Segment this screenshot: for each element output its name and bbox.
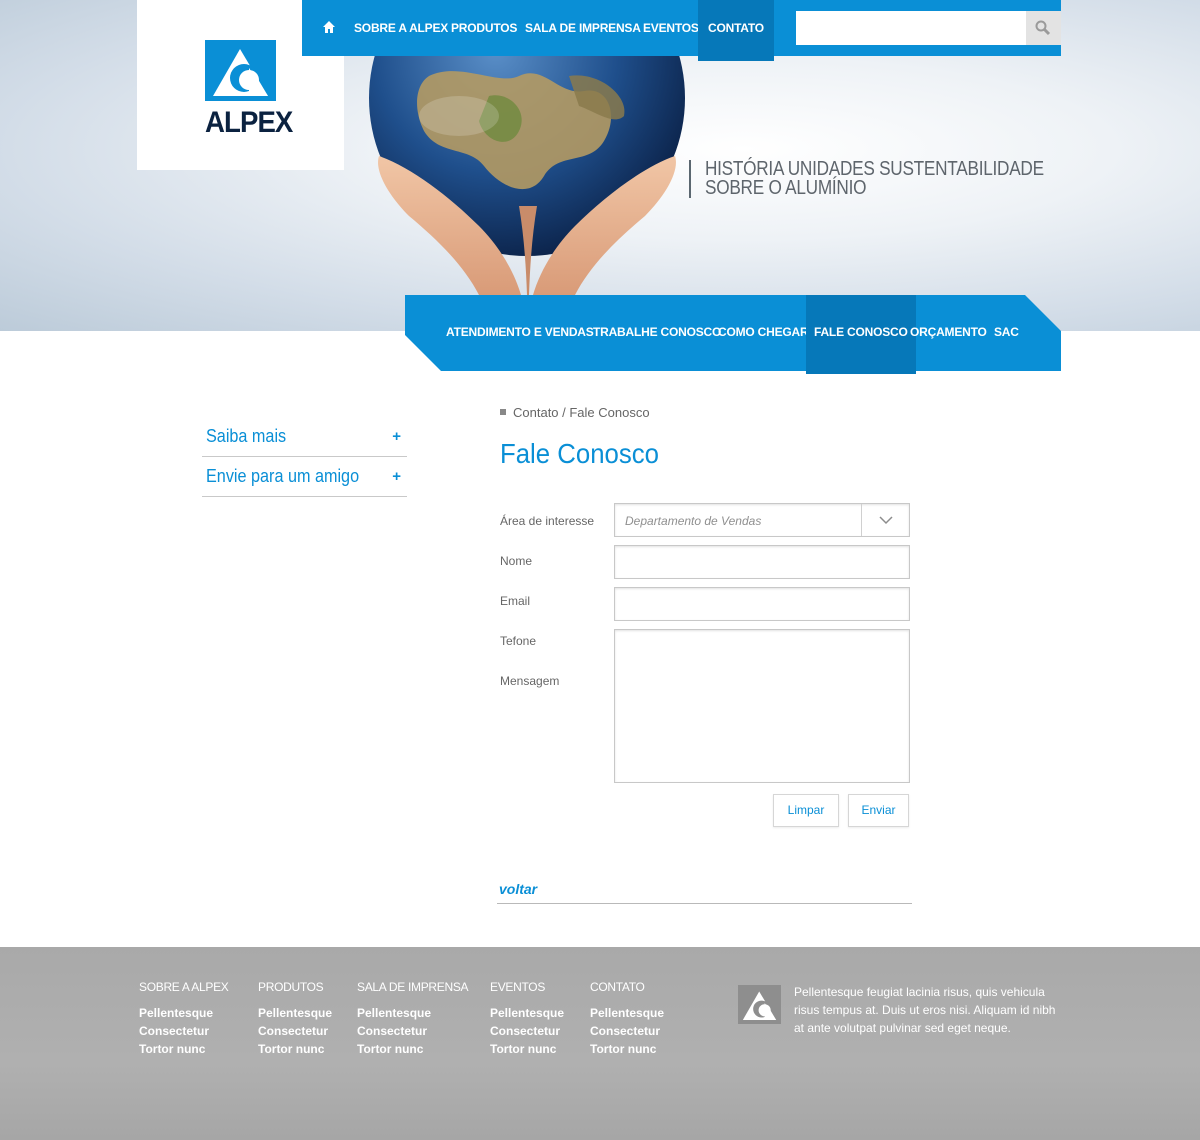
hero-banner: ALPEX SOBRE A ALPEX PRODUTOS SALA DE IMP… — [0, 0, 1200, 331]
topnav-item-sala-imprensa[interactable]: SALA DE IMPRENSA — [525, 0, 641, 56]
topnav-item-produtos[interactable]: PRODUTOS — [451, 0, 517, 56]
footer-link[interactable]: Pellentesque — [490, 1004, 564, 1022]
subnav-item-como-chegar[interactable]: COMO CHEGAR — [718, 295, 809, 371]
footer-link[interactable]: Consectetur — [357, 1022, 468, 1040]
search-input[interactable] — [796, 11, 1026, 45]
alpex-logo-icon — [205, 40, 276, 101]
footer-column: SALA DE IMPRENSA Pellentesque Consectetu… — [357, 980, 469, 1058]
footer-heading[interactable]: SOBRE A ALPEX — [139, 980, 229, 994]
footer-link[interactable]: Consectetur — [258, 1022, 332, 1040]
subnav-item-trabalhe[interactable]: TRABALHE CONOSCO — [593, 295, 721, 371]
footer-heading[interactable]: EVENTOS — [490, 980, 564, 994]
topnav-item-eventos[interactable]: EVENTOS — [643, 0, 699, 56]
send-button[interactable]: Enviar — [848, 794, 909, 827]
home-icon[interactable] — [322, 20, 336, 34]
label-telefone: Tefone — [500, 634, 537, 648]
footer-column: EVENTOS Pellentesque Consectetur Tortor … — [490, 980, 564, 1058]
footer-heading[interactable]: SALA DE IMPRENSA — [357, 980, 469, 994]
footer-heading[interactable]: PRODUTOS — [258, 980, 332, 994]
footer-link[interactable]: Tortor nunc — [139, 1040, 229, 1058]
top-navigation: SOBRE A ALPEX PRODUTOS SALA DE IMPRENSA … — [302, 0, 1061, 61]
breadcrumb: Contato / Fale Conosco — [500, 405, 650, 420]
search-button[interactable] — [1026, 11, 1061, 45]
sidebar-item-label: Saiba mais — [206, 426, 287, 446]
footer-link[interactable]: Consectetur — [490, 1022, 564, 1040]
subnav-item-sac[interactable]: SAC — [994, 295, 1019, 371]
select-value: Departamento de Vendas — [625, 514, 762, 528]
logo-wordmark: ALPEX — [205, 106, 293, 139]
globe-in-hands-image — [369, 56, 685, 295]
footer-link[interactable]: Pellentesque — [590, 1004, 664, 1022]
footer-column: SOBRE A ALPEX Pellentesque Consectetur T… — [139, 980, 229, 1058]
expand-plus-icon[interactable]: + — [392, 428, 401, 445]
topnav-item-sobre[interactable]: SOBRE A ALPEX — [354, 0, 448, 56]
footer-link[interactable]: Pellentesque — [357, 1004, 468, 1022]
message-textarea[interactable] — [614, 629, 910, 783]
back-link[interactable]: voltar — [499, 881, 537, 897]
footer-link[interactable]: Tortor nunc — [490, 1040, 564, 1058]
label-nome: Nome — [500, 554, 533, 568]
footer-column: CONTATO Pellentesque Consectetur Tortor … — [590, 980, 664, 1058]
hero-taglines: HISTÓRIA UNIDADES SUSTENTABILIDADE SOBRE… — [689, 159, 1099, 198]
sidebar-item-envie-amigo[interactable]: Envie para um amigo + — [202, 457, 407, 497]
subnav-item-atendimento[interactable]: ATENDIMENTO E VENDAS — [446, 295, 594, 371]
expand-plus-icon[interactable]: + — [392, 468, 401, 485]
name-field[interactable] — [614, 545, 910, 579]
sub-navigation: ATENDIMENTO E VENDAS TRABALHE CONOSCO CO… — [405, 295, 1061, 374]
label-mensagem: Mensagem — [500, 674, 560, 688]
footer-logo-icon — [738, 985, 781, 1024]
footer-link[interactable]: Tortor nunc — [357, 1040, 468, 1058]
footer-heading[interactable]: CONTATO — [590, 980, 664, 994]
clear-button[interactable]: Limpar — [773, 794, 839, 827]
chevron-down-icon — [879, 516, 893, 525]
footer-link[interactable]: Consectetur — [590, 1022, 664, 1040]
footer-column: PRODUTOS Pellentesque Consectetur Tortor… — [258, 980, 332, 1058]
footer-about-text: Pellentesque feugiat lacinia risus, quis… — [794, 985, 1056, 1035]
subnav-item-orcamento[interactable]: ORÇAMENTO — [910, 295, 987, 371]
dropdown-toggle[interactable] — [861, 504, 909, 536]
footer-link[interactable]: Tortor nunc — [258, 1040, 332, 1058]
footer-link[interactable]: Consectetur — [139, 1022, 229, 1040]
label-email: Email — [500, 594, 531, 608]
tagline-line-2[interactable]: SOBRE O ALUMÍNIO — [705, 178, 1044, 198]
topnav-item-contato[interactable]: CONTATO — [698, 0, 774, 61]
footer-link[interactable]: Tortor nunc — [590, 1040, 664, 1058]
area-interesse-select[interactable]: Departamento de Vendas — [614, 503, 910, 537]
subnav-item-fale-conosco[interactable]: FALE CONOSCO — [806, 295, 916, 374]
footer: SOBRE A ALPEX Pellentesque Consectetur T… — [0, 947, 1200, 1140]
footer-link[interactable]: Pellentesque — [139, 1004, 229, 1022]
email-field[interactable] — [614, 587, 910, 621]
sidebar-item-saiba-mais[interactable]: Saiba mais + — [202, 417, 407, 457]
search-icon — [1035, 20, 1051, 36]
page-title: Fale Conosco — [500, 438, 659, 469]
footer-link[interactable]: Pellentesque — [258, 1004, 332, 1022]
bullet-square-icon — [500, 409, 506, 415]
breadcrumb-text: Contato / Fale Conosco — [513, 405, 650, 420]
sidebar-item-label: Envie para um amigo — [206, 466, 360, 486]
back-link-bar: voltar — [497, 880, 912, 904]
label-area-interesse: Área de interesse — [500, 514, 595, 528]
